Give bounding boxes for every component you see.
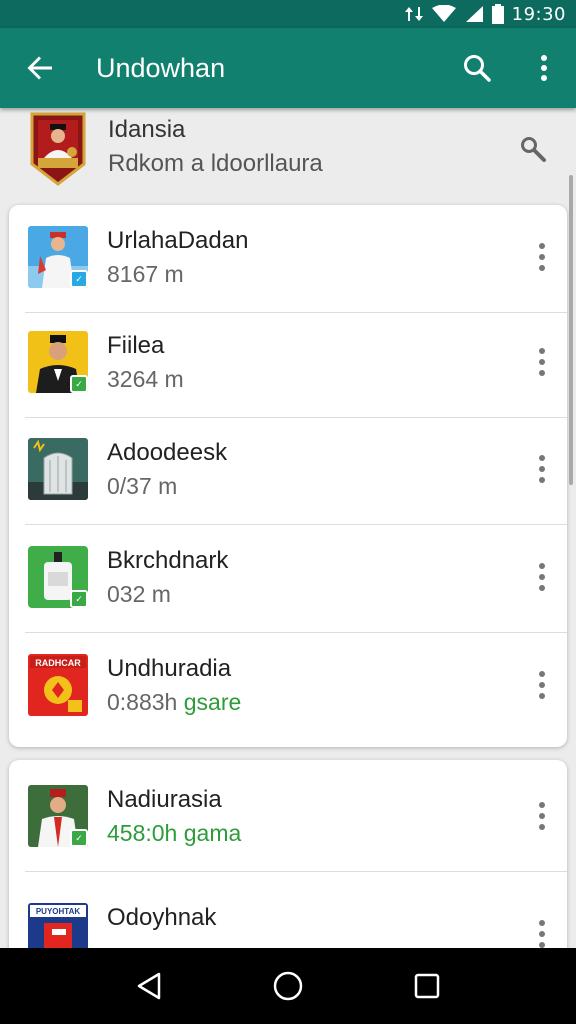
- divider: [25, 871, 567, 872]
- more-vert-icon: [539, 802, 545, 830]
- more-vert-icon: [539, 243, 545, 271]
- channel-header: Idansia Rdkom a ldoorllaura: [0, 108, 576, 196]
- list-item[interactable]: ✓ Nadiurasia 458:0h gama: [9, 764, 567, 872]
- more-options-button[interactable]: [512, 28, 576, 108]
- nav-recents-button[interactable]: [397, 956, 457, 1016]
- nav-back-button[interactable]: [119, 956, 179, 1016]
- item-menu-button[interactable]: [525, 449, 559, 489]
- item-title: Fiilea: [107, 332, 165, 359]
- item-title: UrlahaDadan: [107, 227, 249, 254]
- video-list-card: ✓ UrlahaDadan 8167 m ✓ Fiilea 3264 m Ado…: [9, 205, 567, 747]
- more-vert-icon: [539, 455, 545, 483]
- scrollbar[interactable]: [569, 175, 573, 485]
- list-item[interactable]: ✓ Bkrchdnark 032 m: [9, 525, 567, 633]
- square-recents-icon: [414, 973, 439, 999]
- item-title: Bkrchdnark: [107, 547, 229, 574]
- list-item[interactable]: ✓ UrlahaDadan 8167 m: [9, 205, 567, 313]
- thumbnail-caption: RADHCAR: [35, 658, 81, 668]
- video-list-card-secondary: ✓ Nadiurasia 458:0h gama PUYOHTAK Odoyhn…: [9, 760, 567, 960]
- more-vert-icon: [539, 563, 545, 591]
- list-item[interactable]: ✓ Fiilea 3264 m: [9, 310, 567, 418]
- search-button[interactable]: [442, 28, 512, 108]
- video-thumbnail: ✓: [28, 546, 88, 608]
- channel-title: Idansia: [108, 116, 186, 143]
- more-vert-icon: [541, 55, 547, 81]
- search-icon: [464, 55, 491, 82]
- item-title: Adoodeesk: [107, 439, 228, 466]
- item-title: Nadiurasia: [107, 786, 222, 813]
- status-bar: 19:30: [0, 0, 576, 28]
- more-vert-icon: [539, 920, 545, 948]
- system-nav-bar: [0, 948, 576, 1024]
- status-time: 19:30: [511, 3, 566, 25]
- data-arrows-icon: [404, 7, 423, 21]
- item-menu-button[interactable]: [525, 342, 559, 382]
- item-menu-button[interactable]: [525, 557, 559, 597]
- verified-badge-icon: ✓: [70, 590, 88, 608]
- nav-home-button[interactable]: [258, 956, 318, 1016]
- battery-icon: [491, 4, 504, 24]
- item-meta: 0:883h gsare: [107, 689, 242, 715]
- item-meta: 032 m: [107, 581, 171, 607]
- search-icon: [521, 137, 546, 162]
- page-title: Undowhan: [96, 52, 226, 83]
- wifi-icon: [431, 5, 456, 22]
- verified-badge-icon: ✓: [70, 375, 88, 393]
- item-menu-button[interactable]: [525, 665, 559, 705]
- item-menu-button[interactable]: [525, 796, 559, 836]
- circle-home-icon: [273, 971, 303, 1001]
- verified-badge-icon: ✓: [70, 829, 88, 847]
- list-item[interactable]: Adoodeesk 0/37 m: [9, 417, 567, 525]
- video-thumbnail: RADHCAR: [28, 654, 88, 716]
- item-meta: 0/37 m: [107, 473, 178, 499]
- channel-subtitle: Rdkom a ldoorllaura: [108, 150, 323, 177]
- verified-badge-icon: ✓: [70, 270, 88, 288]
- signal-icon: [465, 6, 483, 22]
- triangle-back-icon: [138, 972, 161, 1000]
- item-title: Odoyhnak: [107, 904, 217, 931]
- more-vert-icon: [539, 348, 545, 376]
- thumbnail-caption: PUYOHTAK: [36, 907, 81, 916]
- video-thumbnail: [28, 438, 88, 500]
- video-thumbnail: ✓: [28, 785, 88, 847]
- header-search-button[interactable]: [514, 130, 554, 170]
- video-thumbnail: ✓: [28, 331, 88, 393]
- back-button[interactable]: [0, 28, 80, 108]
- more-vert-icon: [539, 671, 545, 699]
- channel-texts: Idansia Rdkom a ldoorllaura: [108, 116, 323, 178]
- arrow-back-icon: [27, 56, 52, 80]
- channel-avatar[interactable]: [28, 112, 88, 186]
- item-meta: 458:0h gama: [107, 820, 242, 846]
- item-meta: 8167 m: [107, 261, 184, 287]
- item-menu-button[interactable]: [525, 237, 559, 277]
- list-item[interactable]: RADHCAR Undhuradia 0:883h gsare: [9, 633, 567, 741]
- app-bar: Undowhan: [0, 28, 576, 108]
- item-title: Undhuradia: [107, 655, 232, 682]
- item-meta: 3264 m: [107, 366, 184, 392]
- video-thumbnail: ✓: [28, 226, 88, 288]
